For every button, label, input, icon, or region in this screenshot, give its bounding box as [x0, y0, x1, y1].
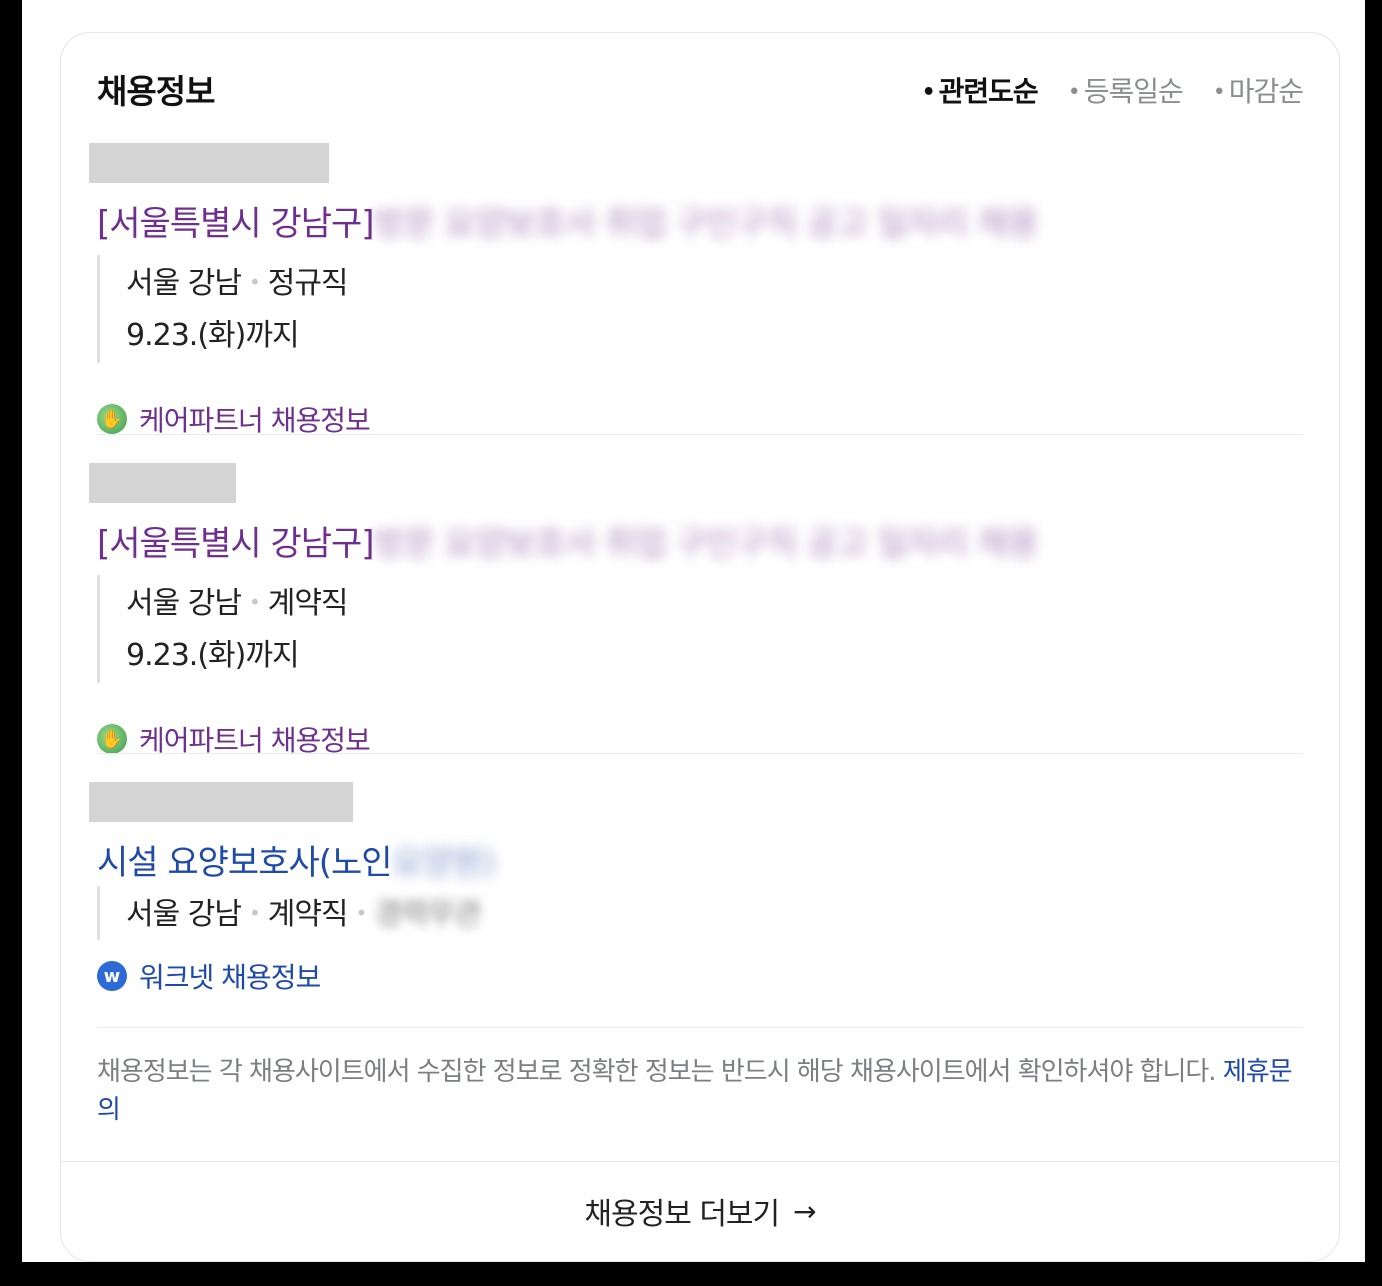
job-location-type: 서울 강남 • 계약직 — [126, 575, 349, 629]
panel-title: 채용정보 — [97, 72, 215, 111]
job-title-blurred: 방문 요양보호사 취업 구인구직 공고 일자리 채용 — [373, 204, 1039, 244]
separator-dot: • — [248, 270, 261, 294]
sort-relevance-label: 관련도순 — [938, 75, 1039, 108]
bullet-icon: • — [1067, 80, 1081, 105]
job-deadline: 9.23.(화)까지 — [126, 638, 300, 673]
job-title-blurred: 요양원) — [391, 843, 496, 883]
company-name-redacted — [89, 143, 329, 183]
job-meta: 서울 강남 • 정규직 9.23.(화)까지 — [97, 255, 349, 363]
more-jobs-label: 채용정보 더보기 — [584, 1197, 780, 1232]
job-item: [서울특별시 강남구]방문 요양보호사 취업 구인구직 공고 일자리 채용 서울… — [89, 463, 1303, 757]
handshake-icon: ✋ — [97, 724, 127, 754]
job-meta: 서울 강남 • 계약직 • 경력무관 — [97, 886, 482, 940]
job-location-type: 서울 강남 • 계약직 • 경력무관 — [126, 886, 482, 940]
job-location: 서울 강남 — [126, 897, 242, 932]
job-info-panel: 채용정보 • 관련도순 • 등록일순 • 마감순 [서울특별시 강남구]방문 요양보호… — [60, 32, 1340, 1262]
divider — [97, 1027, 1303, 1028]
worknet-icon: w — [97, 961, 127, 991]
company-name-redacted — [89, 782, 353, 822]
arrow-right-icon: → — [793, 1194, 816, 1228]
job-title-text: [서울특별시 강남구] — [97, 204, 375, 244]
company-name-redacted — [89, 463, 236, 503]
screen-frame: 채용정보 • 관련도순 • 등록일순 • 마감순 [서울특별시 강남구]방문 요양보호… — [22, 0, 1365, 1262]
job-location: 서울 강남 — [126, 586, 242, 621]
more-jobs-button[interactable]: 채용정보 더보기 → — [61, 1162, 1339, 1260]
sort-deadline[interactable]: • 마감순 — [1212, 67, 1304, 118]
job-source-label: 케어파트너 채용정보 — [139, 404, 371, 437]
disclaimer-notice: 채용정보는 각 채용사이트에서 수집한 정보로 정확한 정보는 반드시 해당 채… — [97, 1053, 1303, 1129]
sort-date[interactable]: • 등록일순 — [1067, 67, 1184, 118]
panel-header: 채용정보 • 관련도순 • 등록일순 • 마감순 — [97, 67, 1304, 118]
job-source-label: 워크넷 채용정보 — [139, 961, 321, 994]
job-title-text: [서울특별시 강남구] — [97, 524, 375, 564]
job-title-blurred: 방문 요양보호사 취업 구인구직 공고 일자리 채용 — [373, 524, 1039, 564]
job-source-link[interactable]: w 워크넷 채용정보 — [97, 956, 321, 996]
separator-dot: • — [248, 901, 261, 925]
job-source-link[interactable]: ✋ 케어파트너 채용정보 — [97, 399, 371, 439]
handshake-icon: ✋ — [97, 404, 127, 434]
divider — [97, 753, 1303, 754]
job-item: 시설 요양보호사(노인요양원) 서울 강남 • 계약직 • 경력무관 w 워크넷 채용정… — [89, 782, 1303, 1002]
sort-date-label: 등록일순 — [1083, 75, 1184, 108]
bullet-icon: • — [1212, 80, 1226, 105]
job-title-link[interactable]: [서울특별시 강남구]방문 요양보호사 취업 구인구직 공고 일자리 채용 — [97, 519, 1039, 569]
job-meta: 서울 강남 • 계약직 9.23.(화)까지 — [97, 575, 349, 683]
separator-dot: • — [355, 901, 368, 925]
sort-relevance[interactable]: • 관련도순 — [921, 67, 1039, 118]
bullet-icon: • — [921, 80, 936, 105]
job-deadline: 9.23.(화)까지 — [126, 318, 300, 353]
job-employment-type: 계약직 — [267, 586, 349, 621]
job-item: [서울특별시 강남구]방문 요양보호사 취업 구인구직 공고 일자리 채용 서울… — [89, 143, 1303, 437]
job-experience-blurred: 경력무관 — [374, 897, 481, 932]
sort-options: • 관련도순 • 등록일순 • 마감순 — [921, 67, 1304, 118]
job-title-link[interactable]: [서울특별시 강남구]방문 요양보호사 취업 구인구직 공고 일자리 채용 — [97, 199, 1039, 249]
job-location: 서울 강남 — [126, 266, 242, 301]
job-employment-type: 계약직 — [267, 897, 349, 932]
separator-dot: • — [248, 590, 261, 614]
sort-deadline-label: 마감순 — [1228, 75, 1304, 108]
job-title-link[interactable]: 시설 요양보호사(노인요양원) — [97, 838, 496, 888]
job-location-type: 서울 강남 • 정규직 — [126, 255, 349, 309]
divider — [97, 434, 1303, 435]
job-employment-type: 정규직 — [267, 266, 349, 301]
disclaimer-text: 채용정보는 각 채용사이트에서 수집한 정보로 정확한 정보는 반드시 해당 채… — [97, 1057, 1217, 1087]
job-title-text: 시설 요양보호사(노인 — [97, 843, 393, 883]
